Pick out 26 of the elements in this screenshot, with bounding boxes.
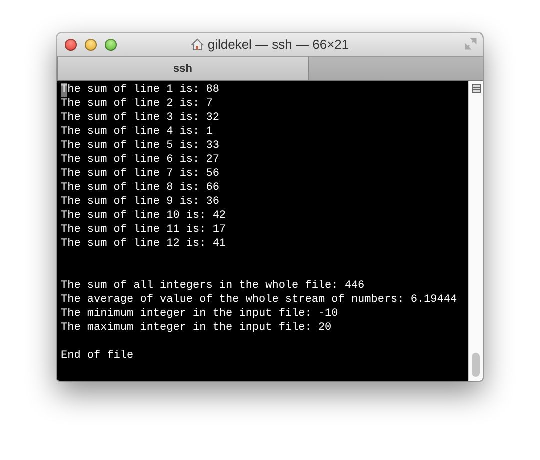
output-line: The sum of line 10 is: 42 [61, 209, 226, 223]
output-line: The sum of line 12 is: 41 [61, 237, 226, 251]
window-title: gildekel — ssh — 66×21 [208, 37, 350, 52]
scroll-bar[interactable] [468, 81, 483, 381]
output-line: End of file [61, 349, 134, 363]
tab[interactable]: ssh [57, 57, 309, 80]
output-line: The sum of line 6 is: 27 [61, 153, 220, 167]
output-line: The sum of line 3 is: 32 [61, 111, 220, 125]
output-line: The sum of line 7 is: 56 [61, 167, 220, 181]
scroll-thumb[interactable] [472, 353, 480, 377]
output-line: The sum of line 9 is: 36 [61, 195, 220, 209]
output-line: The minimum integer in the input file: -10 [61, 307, 338, 321]
output-line: The sum of all integers in the whole file: 446 [61, 279, 365, 293]
output-line: The sum of line 5 is: 33 [61, 139, 220, 153]
close-button[interactable] [65, 38, 77, 50]
output-line: The sum of line 4 is: 1 [61, 125, 213, 139]
fullscreen-icon[interactable] [465, 38, 477, 50]
house-icon [190, 38, 204, 51]
output-line: The sum of line 8 is: 66 [61, 181, 220, 195]
zoom-button[interactable] [105, 38, 117, 50]
split-pane-icon[interactable] [472, 84, 480, 93]
output-line: The average of value of the whole stream of numbers: 6.19444 [61, 293, 458, 307]
output-line: The maximum integer in the input file: 20 [61, 321, 332, 335]
output-line: The sum of line 2 is: 7 [61, 97, 213, 111]
minimize-button[interactable] [85, 38, 97, 50]
output-line: The sum of line 11 is: 17 [61, 223, 226, 237]
